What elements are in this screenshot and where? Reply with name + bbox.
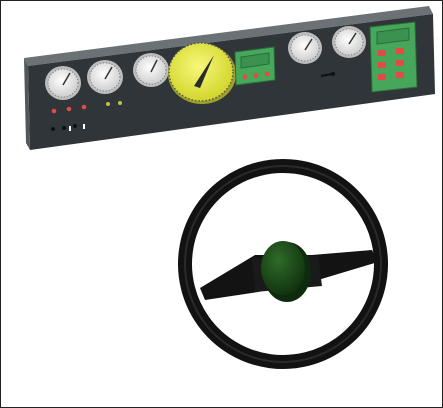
- keypad-button-6: [396, 72, 404, 78]
- keypad-button-3: [378, 62, 386, 68]
- gauge-2: [87, 60, 123, 94]
- gauge-1: [45, 66, 81, 100]
- keypad-button-5: [378, 74, 386, 80]
- gauge-5: [332, 26, 366, 58]
- keypad-button-4: [396, 60, 404, 66]
- keypad-button-1: [378, 50, 386, 56]
- steering-hub: [261, 241, 311, 302]
- keypad-button-2: [396, 48, 404, 54]
- gauge-3: [133, 53, 169, 87]
- dashboard-scene: [24, 6, 435, 369]
- display-button-2: [253, 73, 259, 78]
- gauge-4: [288, 32, 322, 64]
- steering-wheel: [178, 159, 388, 369]
- display-button-3: [264, 71, 270, 77]
- green-display-unit: [234, 46, 276, 86]
- keypad-unit: [369, 21, 418, 93]
- display-button-1: [242, 74, 248, 80]
